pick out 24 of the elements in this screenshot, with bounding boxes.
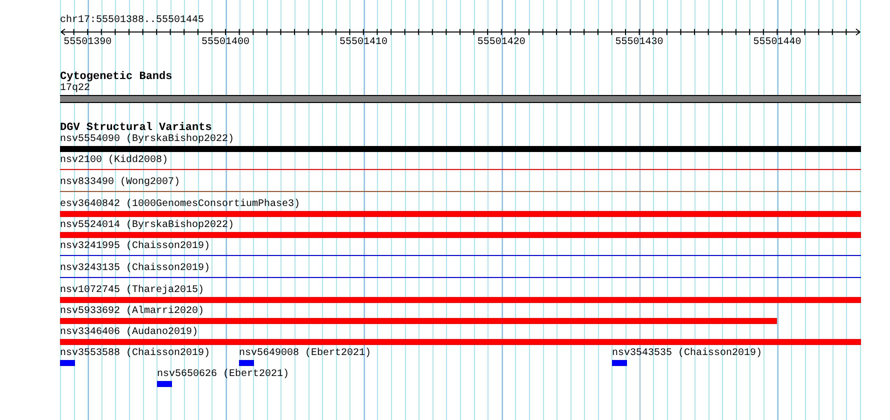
- tick-label: 55501420: [477, 37, 526, 48]
- variant-label: nsv5650626 (Ebert2021): [157, 369, 290, 380]
- variant-label: nsv3553588 (Chaisson2019): [60, 348, 210, 359]
- variant-label: nsv1072745 (Thareja2015): [60, 285, 204, 296]
- variant-label: nsv3243135 (Chaisson2019): [60, 263, 210, 274]
- tick-label: 55501390: [64, 37, 112, 48]
- variant-label: nsv3543535 (Chaisson2019): [612, 348, 762, 359]
- variant-label: nsv5554090 (ByrskaBishop2022): [60, 134, 234, 145]
- variant-label: nsv5649008 (Ebert2021): [239, 348, 372, 359]
- tick-label: 55501430: [615, 37, 664, 48]
- variant-label: nsv3346406 (Audano2019): [60, 327, 198, 338]
- tick-label: 55501410: [339, 37, 388, 48]
- variant-label: nsv5524014 (ByrskaBishop2022): [60, 220, 234, 231]
- variant-label: nsv5933692 (Almarri2020): [60, 306, 204, 317]
- variant-label: esv3640842 (1000GenomesConsortiumPhase3): [60, 199, 300, 210]
- location-label: chr17:55501388..55501445: [60, 15, 204, 26]
- variant-label: nsv3241995 (Chaisson2019): [60, 241, 210, 252]
- track-title: DGV Structural Variants: [60, 122, 212, 134]
- track-title: Cytogenetic Bands: [60, 71, 172, 83]
- tick-label: 55501440: [753, 37, 802, 48]
- band-label: 17q22: [60, 83, 90, 94]
- variant-label: nsv2100 (Kidd2008): [60, 155, 168, 166]
- tick-label: 55501400: [202, 37, 250, 48]
- variant-label: nsv833490 (Wong2007): [60, 177, 180, 188]
